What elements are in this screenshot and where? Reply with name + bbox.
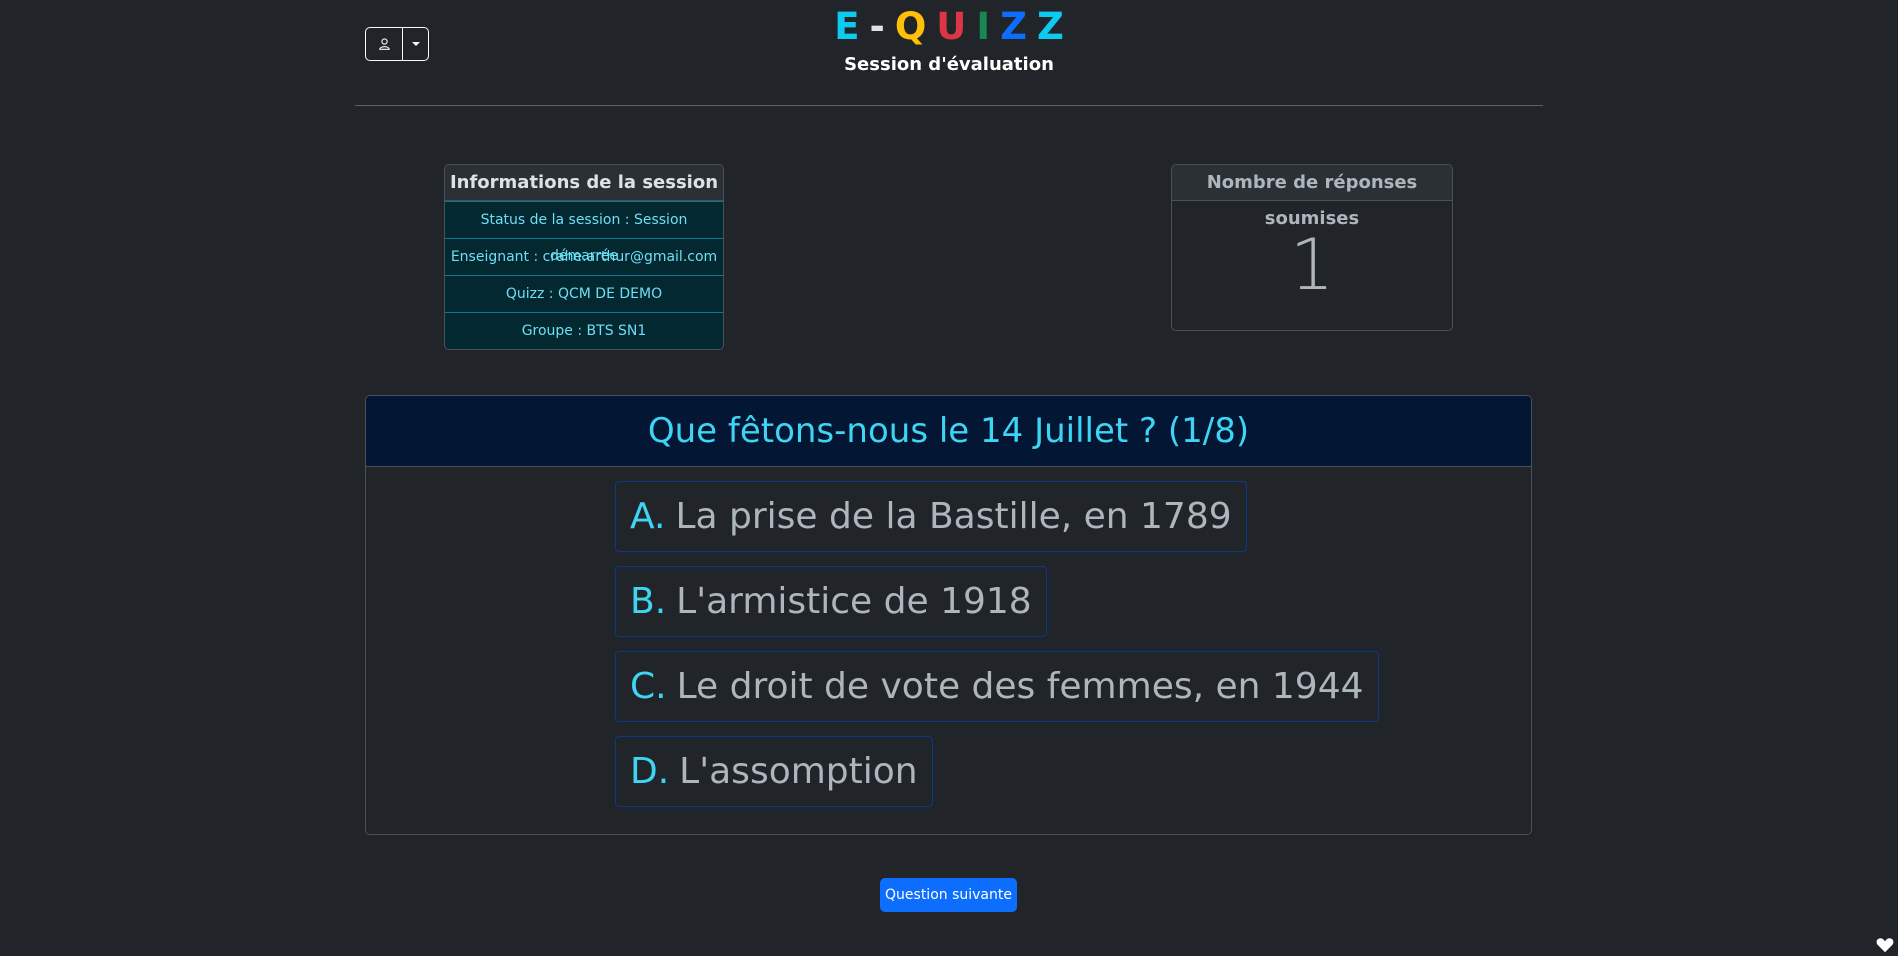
page-subtitle: Session d'évaluation — [844, 54, 1054, 75]
answer-option-d[interactable]: D. L'assomption — [615, 736, 933, 807]
responses-count-value: 1 — [1289, 224, 1335, 306]
answer-option-b[interactable]: B. L'armistice de 1918 — [615, 566, 1047, 637]
brand-letter: E — [834, 5, 860, 48]
responses-count-card: Nombre de réponses soumises 1 — [1171, 164, 1453, 331]
group-row: Groupe : BTS SN1 — [445, 312, 723, 349]
brand-letter: U — [936, 5, 967, 48]
session-status-row: Status de la session : Session démarrée — [445, 201, 723, 264]
session-info-title: Informations de la session — [445, 165, 723, 201]
answer-option-c[interactable]: C. Le droit de vote des femmes, en 1944 — [615, 651, 1379, 722]
answer-text: Le droit de vote des femmes, en 1944 — [676, 666, 1364, 707]
responses-count-title: Nombre de réponses soumises — [1172, 165, 1452, 229]
brand-letter: Z — [1000, 5, 1027, 48]
answer-list: A. La prise de la Bastille, en 1789 B. L'a… — [366, 467, 1531, 807]
next-question-button[interactable]: Question suivante — [880, 878, 1017, 912]
brand-letter: Z — [1036, 5, 1064, 48]
answer-letter: A. — [630, 496, 666, 537]
answer-option-a[interactable]: A. La prise de la Bastille, en 1789 — [615, 481, 1247, 552]
question-text: Que fêtons-nous le 14 Juillet ? (1/8) — [366, 396, 1531, 467]
answer-letter: C. — [630, 666, 667, 707]
brand-letter: - — [869, 5, 885, 48]
app-logo: E-QUIZZ — [0, 4, 1898, 50]
answer-letter: D. — [630, 751, 670, 792]
question-card: Que fêtons-nous le 14 Juillet ? (1/8) A.… — [365, 395, 1532, 835]
answer-text: L'assomption — [679, 751, 918, 792]
quiz-row: Quizz : QCM DE DEMO — [445, 275, 723, 312]
brand-letter: Q — [894, 5, 927, 48]
answer-letter: B. — [630, 581, 667, 622]
header-divider — [355, 105, 1543, 106]
answer-text: La prise de la Bastille, en 1789 — [675, 496, 1232, 537]
teacher-row: Enseignant : crahe.arthur@gmail.com — [445, 238, 723, 275]
brand-letter: I — [976, 5, 991, 48]
heart-icon[interactable] — [1876, 936, 1894, 954]
session-info-card: Informations de la session Status de la … — [444, 164, 724, 350]
answer-text: L'armistice de 1918 — [676, 581, 1032, 622]
